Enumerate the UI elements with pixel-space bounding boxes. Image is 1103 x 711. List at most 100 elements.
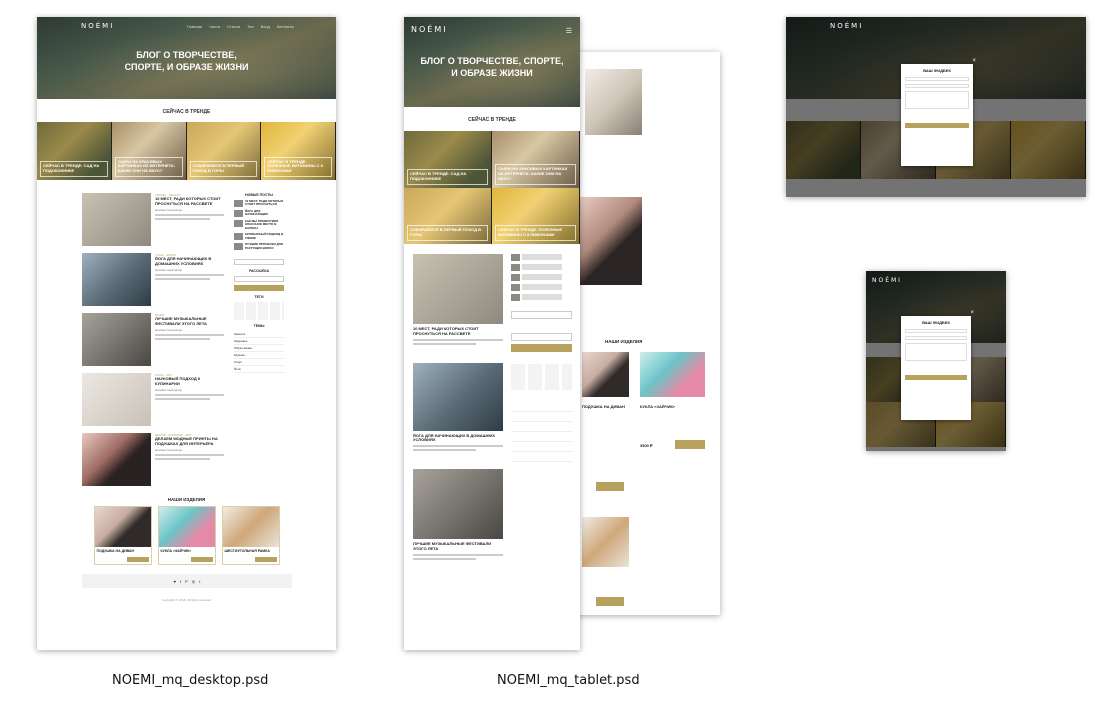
sidebar-post[interactable] [511, 264, 572, 271]
nav-item[interactable]: Тип [247, 24, 254, 29]
trending-tile[interactable]: СОБИРАЕМСЯ В ПЕРВЫЙ ПОХОД В ГОРЫ [186, 122, 262, 180]
product-card[interactable]: КУКЛА «ЗАЙЧИК» [157, 506, 216, 565]
search-input[interactable] [234, 259, 284, 266]
menu-icon[interactable]: ☰ [566, 27, 572, 35]
sidebar-post[interactable] [511, 284, 572, 291]
search-input[interactable] [511, 311, 572, 319]
subscribe-button[interactable] [511, 344, 572, 352]
post-card[interactable]: FOOD · ART НАУКОВЫЙ ПОДХОД К КУЛИНАРИИ Неи… [82, 373, 224, 426]
facebook-icon[interactable]: f [180, 579, 181, 584]
back-buy-button[interactable] [596, 597, 624, 606]
post-thumbnail[interactable] [413, 469, 503, 540]
back-buy-button[interactable] [596, 482, 624, 491]
product-name[interactable]: ПОДУШКА НА ДИВАН [95, 547, 151, 555]
trending-tile[interactable]: СОБИРАЕМСЯ В ПЕРВЫЙ ПОХОД В ГОРЫ [404, 187, 492, 244]
trending-tile[interactable]: СЫРЫ НА КРАСИВЫХ КАРТИНКАХ ИЗ ИНТЕРНЕТА:… [111, 122, 187, 180]
post-card[interactable]: TRAVEL · HEALTH 10 МЕСТ, РАДИ КОТОРЫХ СТО… [82, 193, 224, 246]
brand-logo[interactable]: NOÉMI [411, 25, 448, 34]
sidebar-post-title[interactable]: ЛУЧШИЕ ПРИЧЕСКИ ДЛЯ РАСТУЩИХ ВОЛОС [245, 243, 284, 250]
pinterest-icon[interactable]: P [185, 579, 188, 584]
modal-field[interactable] [905, 329, 967, 333]
nav-item[interactable]: Главная [187, 24, 202, 29]
modal-field[interactable] [905, 336, 967, 340]
trending-tile[interactable]: СЫРЫ НА КРАСИВЫХ КАРТИНКАХ ИЗ ИНТЕРНЕТА:… [492, 131, 580, 188]
close-icon[interactable]: × [972, 58, 976, 64]
sidebar-post[interactable]: КУЛИНАРНЫЙ ПОДХОД В УЖИНЕ [234, 233, 284, 241]
feedback-modal: × ВАШ ФИДБЕК [901, 58, 976, 166]
category-link[interactable]: Музыка [234, 352, 284, 360]
modal-submit-button[interactable] [905, 375, 967, 380]
nav-item[interactable]: Вход [261, 24, 270, 29]
tile-caption: СЫРЫ НА КРАСИВЫХ КАРТИНКАХ ИЗ ИНТЕРНЕТА:… [114, 156, 183, 177]
sidebar-post-title[interactable]: 10 МЕСТ, РАДИ КОТОРЫХ СТОИТ ПРОСНУТЬСЯ [245, 199, 284, 207]
product-name[interactable]: ШЕСТИУГОЛЬНАЯ РАМКА [223, 547, 279, 555]
sidebar-post[interactable]: ЙОГА ДЛЯ НАЧИНАЮЩИХ [234, 209, 284, 217]
post-card[interactable]: YOGA · SPORT ЙОГА ДЛЯ НАЧИНАЮЩИХ В ДОМАШН… [82, 253, 224, 306]
sidebar-post-title[interactable]: КАК МЫ ПРЕВРАТИЛИ КЛАССНОЕ МЕСТО В БАЛКО… [245, 219, 284, 230]
modal-textarea[interactable] [905, 91, 969, 109]
content-area: TRAVEL · HEALTH 10 МЕСТ, РАДИ КОТОРЫХ СТО… [37, 180, 336, 493]
trending-tile[interactable]: СЕЙЧАС В ТРЕНДЕ: ПОЛЕЗНЫЕ ВИТАМИНЫ С 8 Л… [261, 122, 336, 180]
post-title[interactable]: ДЕЛАЕМ МОДНЫЕ ПРИНТЫ НА ПОДУШКАХ ДЛЯ ИНТ… [155, 436, 224, 447]
sidebar-post-title[interactable]: ЙОГА ДЛЯ НАЧИНАЮЩИХ [245, 209, 284, 217]
buy-button[interactable] [254, 557, 277, 562]
post-title[interactable]: ЙОГА ДЛЯ НАЧИНАЮЩИХ В ДОМАШНИХ УСЛОВИЯХ [155, 256, 224, 267]
trending-tile[interactable]: СЕЙЧАС В ТРЕНДЕ: САД НА ПОДОКОННИКЕ [37, 122, 112, 180]
sidebar-post[interactable] [511, 274, 572, 281]
post-thumbnail[interactable] [82, 373, 151, 426]
buy-button[interactable] [126, 557, 149, 562]
trending-tile[interactable]: СЕЙЧАС В ТРЕНДЕ: САД НА ПОДОКОННИКЕ [404, 131, 492, 188]
hero-title: БЛОГ О ТВОРЧЕСТВЕ, СПОРТЕ, И ОБРАЗЕ ЖИЗН… [420, 56, 564, 79]
back-product-img [640, 352, 705, 397]
modal-field[interactable] [905, 77, 969, 81]
product-name[interactable]: КУКЛА «ЗАЙЧИК» [159, 547, 215, 555]
category-link[interactable]: Спорт [234, 359, 284, 367]
category-link[interactable]: Образ жизни [234, 345, 284, 353]
nav-item[interactable]: Статьи [227, 24, 240, 29]
heart-icon[interactable]: ♥ [174, 579, 176, 584]
modal-textarea[interactable] [905, 343, 967, 361]
post-title[interactable]: 10 МЕСТ, РАДИ КОТОРЫХ СТОИТ ПРОСНУТЬСЯ Н… [413, 326, 503, 337]
post-title[interactable]: ЛУЧШИЕ МУЗЫКАЛЬНЫЕ ФЕСТИВАЛИ ЭТОГО ЛЕТА [413, 541, 503, 552]
post-title[interactable]: НАУКОВЫЙ ПОДХОД К КУЛИНАРИИ [155, 376, 224, 387]
post-title[interactable]: 10 МЕСТ, РАДИ КОТОРЫХ СТОИТ ПРОСНУТЬСЯ Н… [155, 196, 224, 207]
post-title[interactable]: ЛУЧШИЕ МУЗЫКАЛЬНЫЕ ФЕСТИВАЛИ ЭТОГО ЛЕТА [155, 316, 224, 327]
post-thumbnail[interactable] [413, 362, 503, 431]
instagram-icon[interactable]: ◎ [192, 579, 196, 584]
nav-item[interactable]: Части [209, 24, 220, 29]
post-thumbnail[interactable] [82, 313, 151, 366]
tumblr-icon[interactable]: t [199, 579, 200, 584]
back-buy-button[interactable] [675, 440, 705, 449]
post-thumbnail[interactable] [82, 253, 151, 306]
post-title[interactable]: ЙОГА ДЛЯ НАЧИНАЮЩИХ В ДОМАШНИХ УСЛОВИЯХ [413, 433, 503, 444]
nav-item[interactable]: Контакты [277, 24, 294, 29]
subscribe-button[interactable] [234, 285, 284, 292]
product-card[interactable]: ШЕСТИУГОЛЬНАЯ РАМКА [221, 506, 280, 565]
sidebar-post[interactable]: 10 МЕСТ, РАДИ КОТОРЫХ СТОИТ ПРОСНУТЬСЯ [234, 199, 284, 207]
sidebar-post[interactable]: ЛУЧШИЕ ПРИЧЕСКИ ДЛЯ РАСТУЩИХ ВОЛОС [234, 243, 284, 251]
trending-tile[interactable]: СЕЙЧАС В ТРЕНДЕ: ПОЛЕЗНЫЕ ВИТАМИНЫ С 8 Л… [492, 187, 580, 244]
buy-button[interactable] [190, 557, 213, 562]
category-link[interactable]: Здоровье [234, 338, 284, 346]
post-thumbnail[interactable] [82, 193, 151, 246]
modal-submit-button[interactable] [905, 123, 969, 128]
sidebar-post-title[interactable]: КУЛИНАРНЫЙ ПОДХОД В УЖИНЕ [245, 233, 284, 240]
brand-logo[interactable]: NOÉMI [81, 22, 114, 30]
back-product-name[interactable]: КУКЛА «ЗАЙЧИК» [640, 404, 675, 409]
newsletter-email-field[interactable] [511, 333, 572, 341]
sidebar-post[interactable] [511, 254, 572, 261]
sidebar-post[interactable] [511, 294, 572, 301]
close-icon[interactable]: × [970, 310, 974, 316]
category-link[interactable]: Йога [234, 366, 284, 374]
post-card[interactable]: MUSIC ЛУЧШИЕ МУЗЫКАЛЬНЫЕ ФЕСТИВАЛИ ЭТОГО … [82, 313, 224, 366]
product-card[interactable]: ПОДУШКА НА ДИВАН [93, 506, 152, 565]
sidebar-post[interactable]: КАК МЫ ПРЕВРАТИЛИ КЛАССНОЕ МЕСТО В БАЛКО… [234, 219, 284, 230]
newsletter-email-field[interactable] [234, 276, 284, 283]
back-product-name[interactable]: ПОДУШКА НА ДИВАН [582, 404, 625, 409]
post-thumbnail[interactable] [413, 254, 503, 324]
brand-logo: NOÉMI [830, 22, 864, 30]
modal-field[interactable] [905, 84, 969, 88]
category-link[interactable]: Красота [234, 331, 284, 339]
post-card[interactable]: DECOR · INTERIOR · ART ДЕЛАЕМ МОДНЫЕ ПРИН… [82, 433, 224, 486]
post-thumbnail[interactable] [82, 433, 151, 486]
